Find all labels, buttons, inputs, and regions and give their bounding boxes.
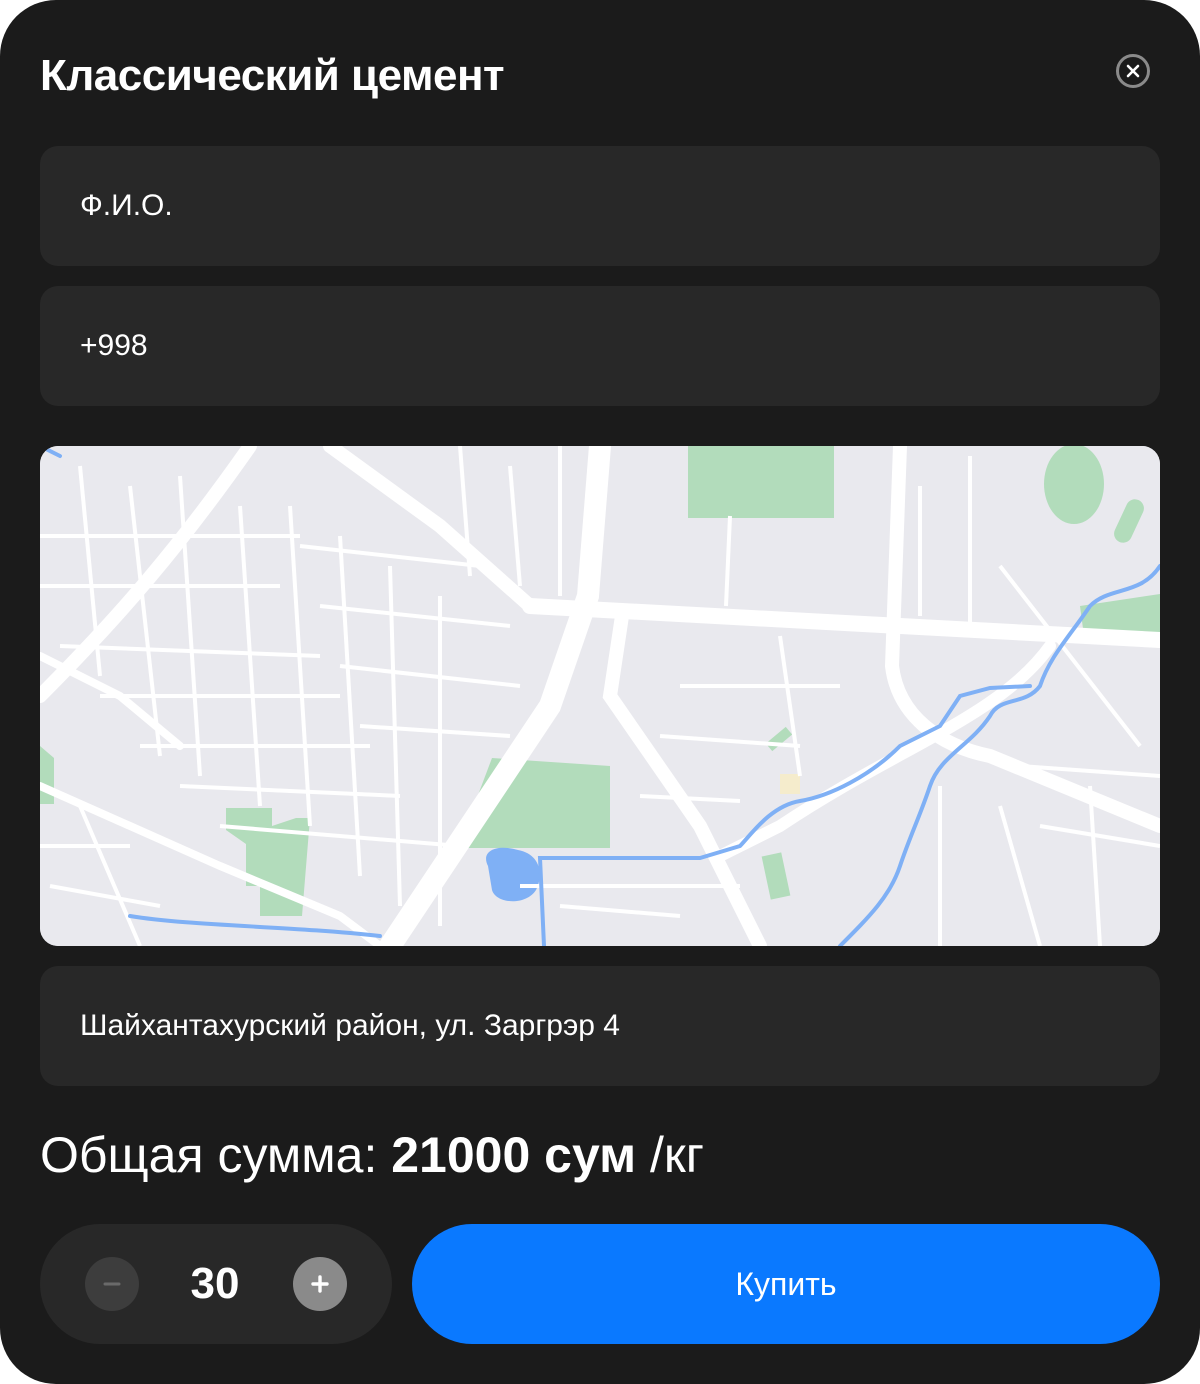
minus-icon bbox=[103, 1282, 121, 1286]
plus-icon bbox=[311, 1275, 329, 1293]
total-unit: /кг bbox=[650, 1127, 705, 1183]
phone-input[interactable] bbox=[80, 329, 1120, 363]
name-field[interactable] bbox=[40, 146, 1160, 266]
quantity-stepper: 30 bbox=[40, 1224, 392, 1344]
name-input[interactable] bbox=[80, 189, 1120, 223]
increase-button[interactable] bbox=[293, 1257, 347, 1311]
total-amount: 21000 сум bbox=[391, 1127, 637, 1183]
order-modal: Классический цемент Ф.И.О. +998 Шайханта… bbox=[0, 0, 1200, 1384]
quantity-value: 30 bbox=[190, 1259, 240, 1308]
address-text: Шайхантахурский район, ул. Заргрэр 4 bbox=[80, 1009, 620, 1042]
total-price: Общая сумма: 21000 сум /кг bbox=[40, 1124, 704, 1186]
decrease-button[interactable] bbox=[85, 1257, 139, 1311]
address-field[interactable]: Шайхантахурский район, ул. Заргрэр 4 bbox=[40, 966, 1160, 1086]
close-icon bbox=[1126, 64, 1140, 78]
map-image bbox=[40, 446, 1160, 946]
buy-button[interactable]: Купить bbox=[412, 1224, 1160, 1344]
phone-field[interactable] bbox=[40, 286, 1160, 406]
close-button[interactable] bbox=[1116, 54, 1150, 88]
location-map[interactable] bbox=[40, 446, 1160, 946]
modal-title: Классический цемент bbox=[40, 51, 505, 100]
total-label: Общая сумма: bbox=[40, 1127, 378, 1183]
